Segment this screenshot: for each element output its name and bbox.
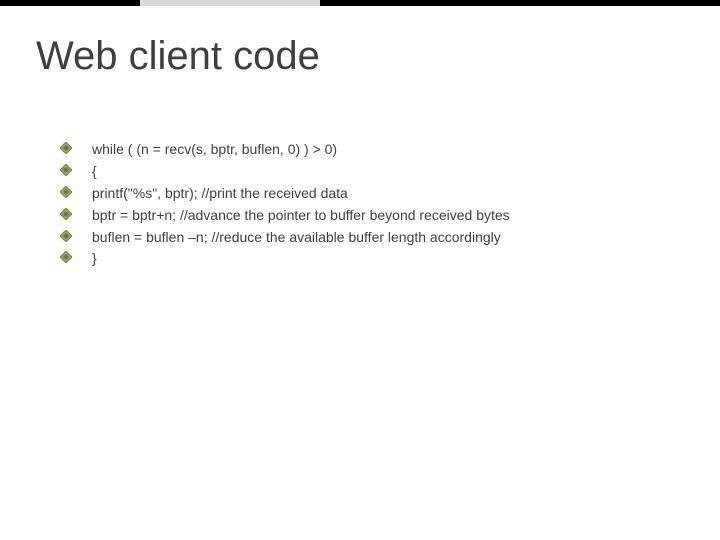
- list-item: while ( (n = recv(s, bptr, buflen, 0) ) …: [60, 140, 690, 159]
- bullet-icon: [60, 142, 74, 156]
- list-item: bptr = bptr+n; //advance the pointer to …: [60, 206, 690, 225]
- list-item: printf("%s", bptr); //print the received…: [60, 184, 690, 203]
- code-line: bptr = bptr+n; //advance the pointer to …: [92, 206, 690, 225]
- code-line: buflen = buflen –n; //reduce the availab…: [92, 228, 690, 247]
- code-list: while ( (n = recv(s, bptr, buflen, 0) ) …: [60, 140, 690, 271]
- bullet-icon: [60, 164, 74, 178]
- slide: Web client code while ( (n = recv(s, bpt…: [0, 0, 720, 540]
- code-line: }: [92, 249, 690, 268]
- top-divider: [0, 0, 720, 6]
- list-item: {: [60, 162, 690, 181]
- bullet-icon: [60, 230, 74, 244]
- code-line: while ( (n = recv(s, bptr, buflen, 0) ) …: [92, 140, 690, 159]
- bullet-icon: [60, 208, 74, 222]
- bullet-icon: [60, 251, 74, 265]
- list-item: buflen = buflen –n; //reduce the availab…: [60, 228, 690, 247]
- slide-title: Web client code: [36, 34, 320, 79]
- bullet-icon: [60, 186, 74, 200]
- top-divider-highlight: [140, 0, 320, 6]
- list-item: }: [60, 249, 690, 268]
- code-line: printf("%s", bptr); //print the received…: [92, 184, 690, 203]
- code-line: {: [92, 162, 690, 181]
